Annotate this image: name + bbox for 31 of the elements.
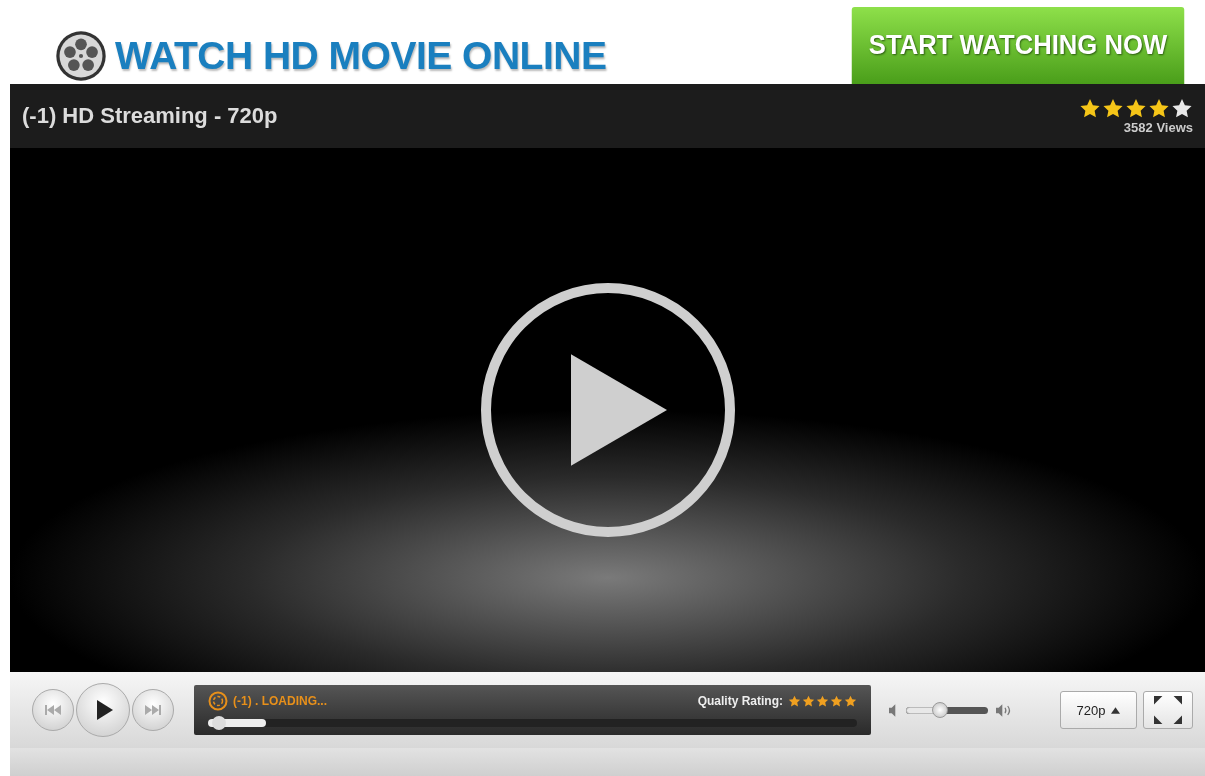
play-button[interactable] xyxy=(480,283,735,537)
view-count: 3582 Views xyxy=(1123,119,1193,135)
quality-button[interactable]: 720p xyxy=(1060,691,1137,729)
loading-icon xyxy=(208,691,228,711)
fullscreen-button[interactable] xyxy=(1143,691,1193,729)
star-icon xyxy=(1125,97,1147,120)
caret-up-icon xyxy=(1111,706,1121,714)
site-logo-text: WATCH HD MOVIE ONLINE xyxy=(115,34,607,78)
star-icon xyxy=(844,694,857,708)
star-icon xyxy=(1171,97,1193,120)
play-icon xyxy=(97,700,113,720)
star-icon xyxy=(1079,97,1101,120)
star-icon xyxy=(1102,97,1124,120)
film-reel-icon xyxy=(55,30,107,82)
star-icon xyxy=(830,694,843,708)
seek-track[interactable] xyxy=(208,719,857,727)
volume-handle[interactable] xyxy=(932,701,949,718)
seek-handle[interactable] xyxy=(212,716,227,730)
video-title: (-1) HD Streaming - 720p xyxy=(22,103,278,129)
star-icon xyxy=(816,694,829,708)
quality-rating-label: Quality Rating: xyxy=(697,694,783,708)
star-icon xyxy=(788,694,801,708)
skip-forward-icon xyxy=(145,705,161,715)
fullscreen-icon xyxy=(1151,696,1185,724)
star-icon xyxy=(802,694,815,708)
play-button[interactable] xyxy=(76,683,130,737)
skip-back-icon xyxy=(45,705,61,715)
star-icon xyxy=(1148,97,1170,120)
play-icon xyxy=(570,354,667,466)
speaker-muted-icon xyxy=(889,703,898,717)
loading-status: (-1) . LOADING... xyxy=(233,694,327,708)
